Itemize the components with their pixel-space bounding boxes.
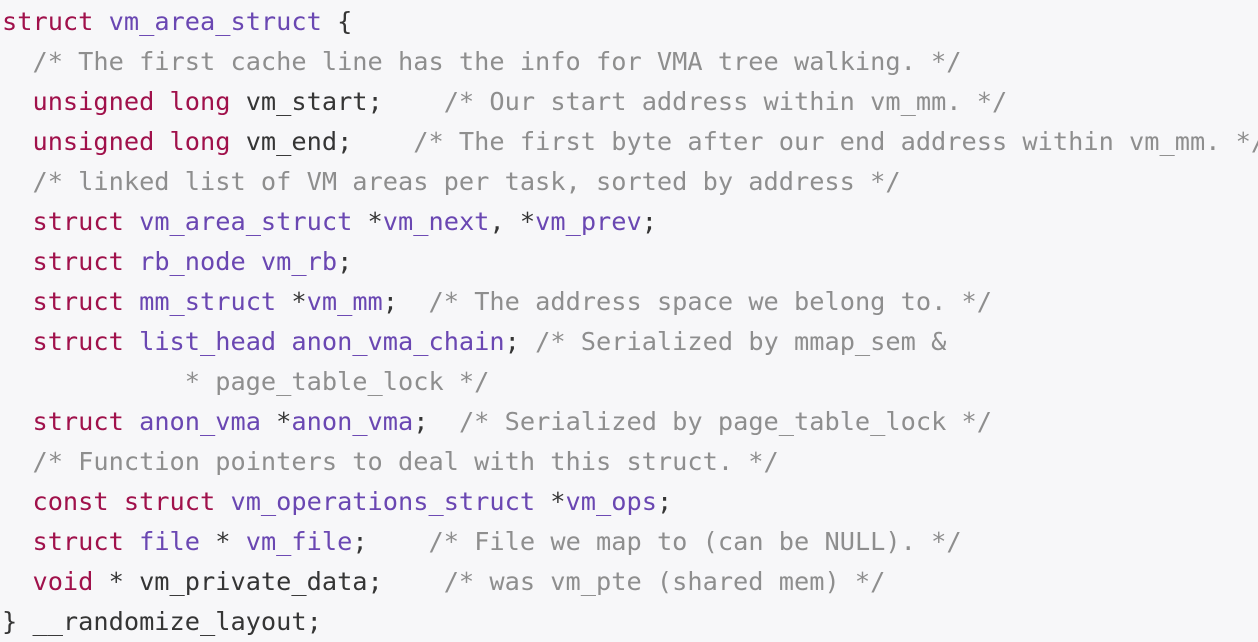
code-token-keyword: struct xyxy=(32,247,124,276)
code-token-plain: , * xyxy=(489,207,536,236)
code-line: struct vm_area_struct { xyxy=(2,2,1258,42)
code-token-comment: /* Serialized by page_table_lock */ xyxy=(458,407,993,436)
code-token-keyword: struct xyxy=(2,7,94,36)
code-token-plain: * xyxy=(352,207,383,236)
code-line: * page_table_lock */ xyxy=(2,362,1258,402)
code-token-comment: /* Our start address within vm_mm. */ xyxy=(443,87,1008,116)
code-line: /* Function pointers to deal with this s… xyxy=(2,442,1258,482)
code-token-comment: /* was vm_pte (shared mem) */ xyxy=(443,567,886,596)
code-token-keyword: struct xyxy=(32,327,124,356)
code-line: struct list_head anon_vma_chain; /* Seri… xyxy=(2,322,1258,362)
code-block[interactable]: struct vm_area_struct { /* The first cac… xyxy=(2,2,1258,642)
code-token-comment: * page_table_lock */ xyxy=(2,367,490,396)
code-token-comment: /* File we map to (can be NULL). */ xyxy=(428,527,962,556)
code-token-plain: vm_start; xyxy=(230,87,444,116)
code-token-type: vm_operations_struct xyxy=(230,487,536,516)
code-token-keyword: unsigned long xyxy=(32,87,231,116)
code-token-plain: } __randomize_layout; xyxy=(2,607,322,636)
code-token-plain: { xyxy=(321,7,353,36)
code-token-plain: ; xyxy=(413,407,459,436)
code-token-type: file xyxy=(139,527,201,556)
code-token-plain: ; xyxy=(504,327,536,356)
code-token-type: vm_file xyxy=(245,527,353,556)
code-line: } __randomize_layout; xyxy=(2,602,1258,642)
code-token-plain: vm_end; xyxy=(230,127,414,156)
code-token-type: vm_ops xyxy=(565,487,657,516)
code-token-plain: ; xyxy=(382,287,429,316)
code-token-keyword: const struct xyxy=(32,487,216,516)
code-line: struct mm_struct *vm_mm; /* The address … xyxy=(2,282,1258,322)
code-token-type: vm_mm xyxy=(306,287,383,316)
code-token-plain: * xyxy=(276,287,307,316)
code-token-comment: /* The first cache line has the info for… xyxy=(32,47,962,76)
code-line: struct file * vm_file; /* File we map to… xyxy=(2,522,1258,562)
code-token-plain: ; xyxy=(337,247,353,276)
code-token-comment: /* The first byte after our end address … xyxy=(413,127,1258,156)
code-line: unsigned long vm_start; /* Our start add… xyxy=(2,82,1258,122)
code-line: /* The first cache line has the info for… xyxy=(2,42,1258,82)
code-token-type: anon_vma xyxy=(139,407,261,436)
code-line: struct rb_node vm_rb; xyxy=(2,242,1258,282)
code-token-comment: /* The address space we belong to. */ xyxy=(428,287,993,316)
code-token-keyword: void xyxy=(32,567,94,596)
code-token-comment: /* Serialized by mmap_sem & xyxy=(535,327,947,356)
code-token-keyword: unsigned long xyxy=(32,127,231,156)
code-line: unsigned long vm_end; /* The first byte … xyxy=(2,122,1258,162)
code-token-plain: ; xyxy=(656,487,673,516)
code-token-type: vm_area_struct xyxy=(108,7,322,36)
code-token-type: vm_area_struct xyxy=(139,207,353,236)
code-line: /* linked list of VM areas per task, sor… xyxy=(2,162,1258,202)
code-line: const struct vm_operations_struct *vm_op… xyxy=(2,482,1258,522)
code-token-type: vm_prev xyxy=(535,207,642,236)
code-token-type: mm_struct xyxy=(139,287,277,316)
code-token-type: rb_node vm_rb xyxy=(139,247,338,276)
code-token-keyword: struct xyxy=(32,287,124,316)
code-token-plain: * vm_private_data; xyxy=(93,567,444,596)
code-token-type: anon_vma xyxy=(291,407,414,436)
code-view: struct vm_area_struct { /* The first cac… xyxy=(0,0,1258,642)
code-token-plain: ; xyxy=(352,527,429,556)
code-token-comment: /* Function pointers to deal with this s… xyxy=(32,447,779,476)
code-token-type: vm_next xyxy=(382,207,490,236)
code-token-keyword: struct xyxy=(32,527,124,556)
code-token-comment: /* linked list of VM areas per task, sor… xyxy=(32,167,901,196)
code-line: void * vm_private_data; /* was vm_pte (s… xyxy=(2,562,1258,602)
code-token-keyword: struct xyxy=(32,407,124,436)
code-token-plain: * xyxy=(200,527,246,556)
code-token-plain: * xyxy=(535,487,566,516)
code-line: struct anon_vma *anon_vma; /* Serialized… xyxy=(2,402,1258,442)
code-token-plain: * xyxy=(260,407,292,436)
code-line: struct vm_area_struct *vm_next, *vm_prev… xyxy=(2,202,1258,242)
code-token-type: list_head anon_vma_chain xyxy=(139,327,505,356)
code-token-plain: ; xyxy=(641,207,657,236)
code-token-keyword: struct xyxy=(32,207,124,236)
